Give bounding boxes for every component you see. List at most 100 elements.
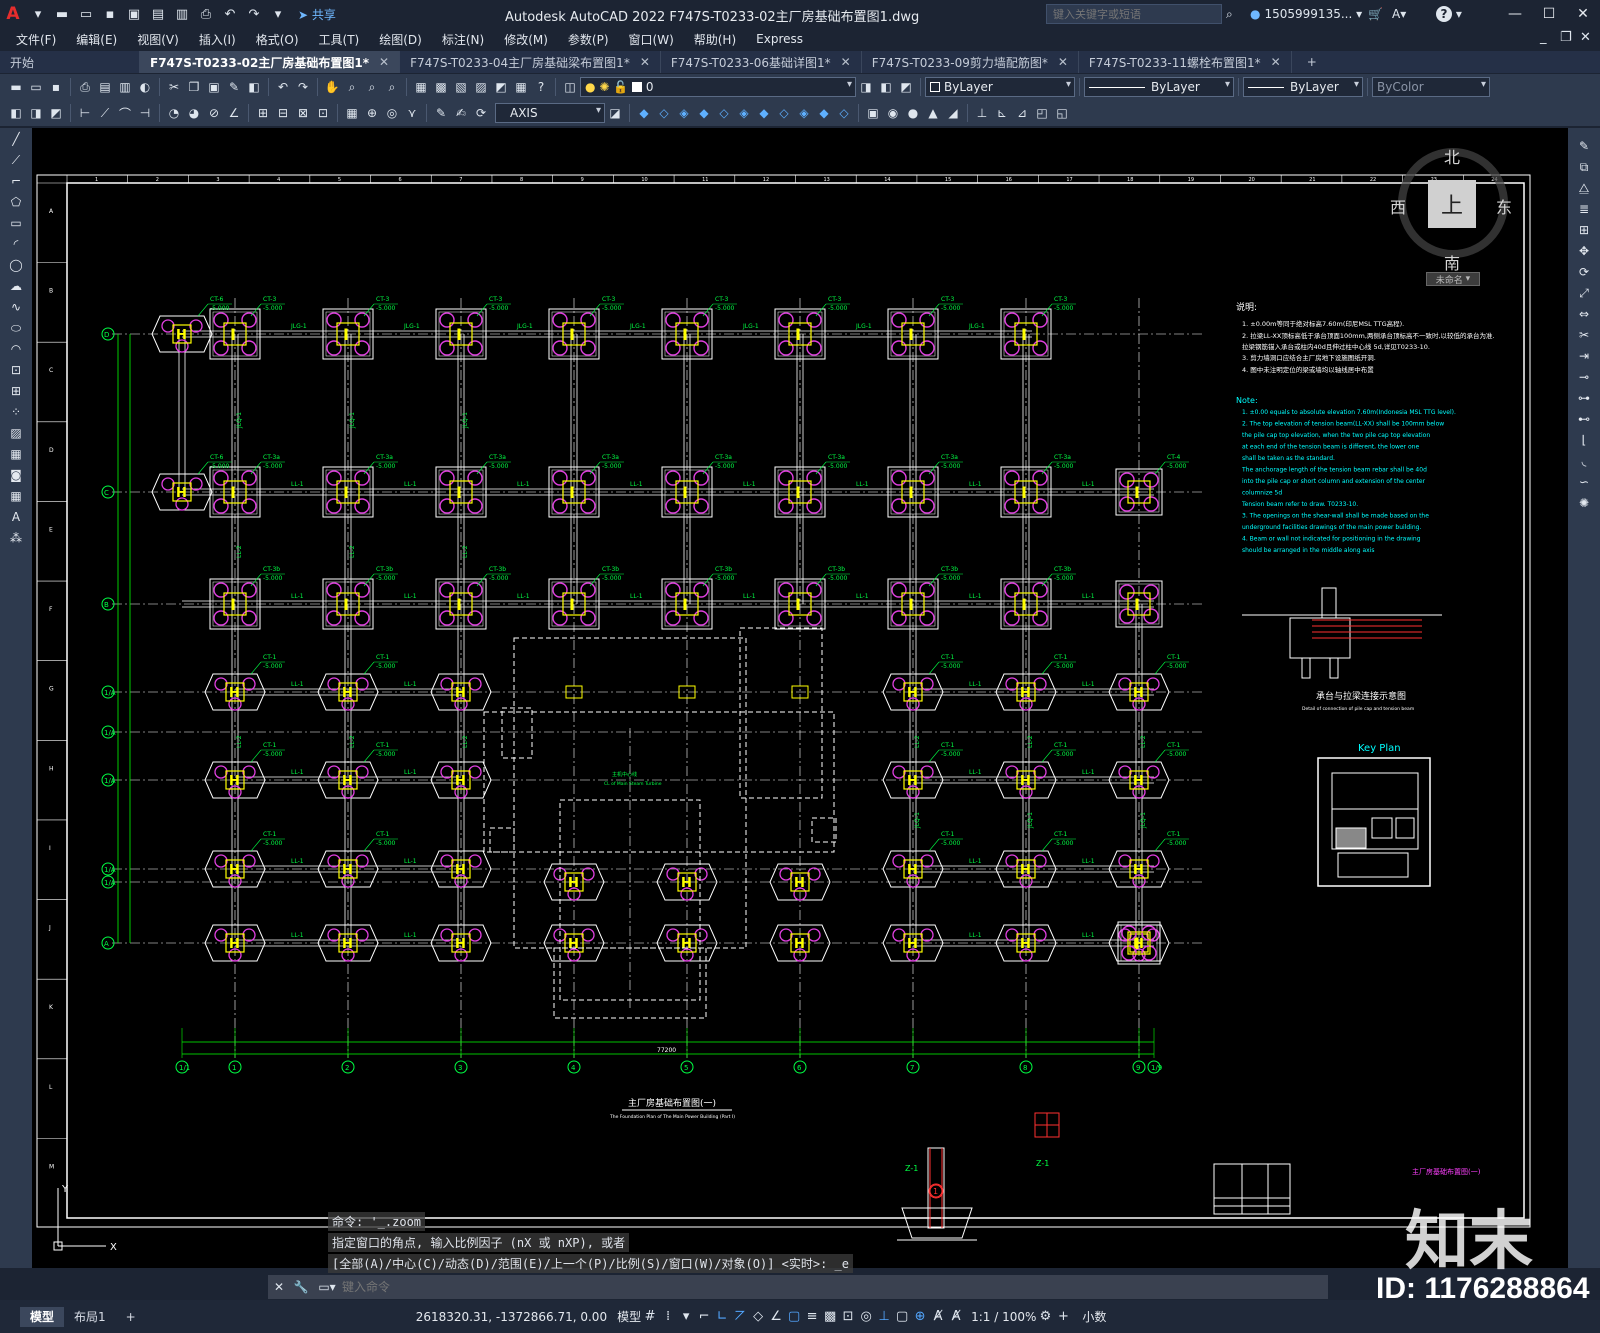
view-left-icon[interactable]: ◈ <box>675 104 693 122</box>
grid-icon[interactable]: # <box>641 1307 659 1327</box>
layer-previous-icon[interactable]: ◧ <box>877 78 895 96</box>
3d-osnap-icon[interactable]: ◎ <box>857 1307 875 1327</box>
mirror-icon[interactable]: ⧋ <box>1573 178 1595 198</box>
pan-icon[interactable]: ✋ <box>323 78 341 96</box>
doc-minimize-icon[interactable]: _ <box>1540 30 1547 45</box>
annotation-visibility-icon[interactable]: Ⱥ <box>929 1307 947 1327</box>
plot-icon[interactable]: ⎙ <box>76 78 94 96</box>
copy-icon[interactable]: ❐ <box>185 78 203 96</box>
fillet-icon[interactable]: ◟ <box>1573 451 1595 471</box>
table-icon[interactable]: ▦ <box>5 486 27 506</box>
transparency-icon[interactable]: ▩ <box>821 1307 839 1327</box>
coordinates-readout[interactable]: 2618320.31, -1372866.71, 0.00 <box>416 1310 607 1324</box>
break-icon[interactable]: ⊶ <box>1573 388 1595 408</box>
units-readout[interactable]: 小数 <box>1082 1308 1106 1325</box>
quickcalc-icon[interactable]: ▦ <box>512 78 530 96</box>
tab-start[interactable]: 开始 <box>0 51 140 73</box>
share-button[interactable]: ➤ 共享 <box>298 6 336 23</box>
dim-style-icon[interactable]: ◪ <box>606 104 624 122</box>
drawing-canvas[interactable]: 123456789101112131415161718192021222324A… <box>32 128 1568 1268</box>
menu-format[interactable]: 格式(O) <box>256 31 299 48</box>
view-ne-icon[interactable]: ◈ <box>795 104 813 122</box>
insert-block-icon[interactable]: ⊡ <box>5 360 27 380</box>
tab-close-icon[interactable]: ✕ <box>640 55 650 69</box>
dim-edit-icon[interactable]: ✎ <box>432 104 450 122</box>
tab-close-icon[interactable]: ✕ <box>841 55 851 69</box>
menu-tools[interactable]: 工具(T) <box>319 31 360 48</box>
isodraft-icon[interactable]: ◇ <box>749 1307 767 1327</box>
move-icon[interactable]: ✥ <box>1573 241 1595 261</box>
tab-document-2[interactable]: F747S-T0233-04主厂房基础梁布置图1* ✕ <box>400 51 661 73</box>
tab-document-1[interactable]: F747S-T0233-02主厂房基础布置图1* ✕ <box>140 51 401 73</box>
solid-cylinder-icon[interactable]: ◉ <box>884 104 902 122</box>
line-tool-icon[interactable]: ╱ <box>5 129 27 149</box>
search-icon[interactable]: ⌕ <box>1226 4 1233 24</box>
customize-icon[interactable]: ▾ <box>268 4 288 24</box>
view-bottom-icon[interactable]: ◈ <box>735 104 753 122</box>
ellipse-icon[interactable]: ⬭ <box>5 318 27 338</box>
circle-icon[interactable]: ◯ <box>5 255 27 275</box>
lineweight-icon[interactable]: ≡ <box>803 1307 821 1327</box>
color-dropdown[interactable]: ByLayer ▾ <box>925 77 1075 97</box>
send-back-icon[interactable]: ◩ <box>47 104 65 122</box>
dynamic-ucs-icon[interactable]: ⊥ <box>875 1307 893 1327</box>
revision-cloud-icon[interactable]: ☁ <box>5 276 27 296</box>
view-sw-icon[interactable]: ◆ <box>755 104 773 122</box>
bring-front-icon[interactable]: ◨ <box>27 104 45 122</box>
help-icon[interactable]: ? <box>532 78 550 96</box>
point-icon[interactable]: ⁘ <box>5 402 27 422</box>
view-iso-icon[interactable]: ◇ <box>835 104 853 122</box>
menu-dimension[interactable]: 标注(N) <box>442 31 484 48</box>
print-icon[interactable]: ⎙ <box>196 4 216 24</box>
text-style-dropdown[interactable]: AXIS ▾ <box>495 103 605 123</box>
solid-cone-icon[interactable]: ▲ <box>924 104 942 122</box>
tool-palettes-icon[interactable]: ▧ <box>452 78 470 96</box>
connect-icon[interactable]: A▾ <box>1392 4 1406 24</box>
view-front-icon[interactable]: ◆ <box>635 104 653 122</box>
view-nw-icon[interactable]: ◆ <box>815 104 833 122</box>
doc-close-icon[interactable]: ✕ <box>1580 30 1591 45</box>
construction-line-icon[interactable]: ⟋ <box>5 150 27 170</box>
markup-icon[interactable]: ◩ <box>492 78 510 96</box>
dim-update-icon[interactable]: ⟳ <box>472 104 490 122</box>
command-input[interactable] <box>342 1280 1242 1294</box>
dynamic-input-icon[interactable]: ⌐ <box>695 1307 713 1327</box>
hatch-icon[interactable]: ▨ <box>5 423 27 443</box>
dim-space-icon[interactable]: ⊡ <box>314 104 332 122</box>
user-menu[interactable]: ● 1505999135... ▾ <box>1250 4 1362 24</box>
viewcube-top-face[interactable]: 上 <box>1428 180 1476 228</box>
draw-order-icon[interactable]: ◧ <box>7 104 25 122</box>
polyline-icon[interactable]: ⌐ <box>5 171 27 191</box>
export-icon[interactable]: ▤ <box>148 4 168 24</box>
aligned-dim-icon[interactable]: ⟋ <box>96 104 114 122</box>
scale-icon[interactable]: ⤢ <box>1573 283 1595 303</box>
ucs-origin-icon[interactable]: ⊿ <box>1013 104 1031 122</box>
new-tab-button[interactable]: + <box>1292 51 1332 73</box>
tolerance-icon[interactable]: ▦ <box>343 104 361 122</box>
ordinate-icon[interactable]: ⊣ <box>136 104 154 122</box>
menu-help[interactable]: 帮助(H) <box>694 31 736 48</box>
open-icon[interactable]: ▭ <box>27 78 45 96</box>
plotstyle-dropdown[interactable]: ByColor ▾ <box>1372 77 1490 97</box>
jogged-linear-icon[interactable]: ⋎ <box>403 104 421 122</box>
trim-icon[interactable]: ✂ <box>1573 325 1595 345</box>
join-icon[interactable]: ⊷ <box>1573 409 1595 429</box>
search-input[interactable] <box>1046 4 1222 24</box>
save-icon[interactable]: ▪ <box>47 78 65 96</box>
compass-west[interactable]: 西 <box>1390 194 1406 218</box>
baseline-dim-icon[interactable]: ⊟ <box>274 104 292 122</box>
view-top-icon[interactable]: ◇ <box>655 104 673 122</box>
menu-insert[interactable]: 插入(I) <box>199 31 236 48</box>
layer-manager-icon[interactable]: ◫ <box>561 78 579 96</box>
quick-dim-icon[interactable]: ⊞ <box>254 104 272 122</box>
menu-window[interactable]: 窗口(W) <box>629 31 674 48</box>
selection-cycling-icon[interactable]: ⊡ <box>839 1307 857 1327</box>
chamfer-icon[interactable]: ⌊ <box>1573 430 1595 450</box>
copy-object-icon[interactable]: ⧉ <box>1573 157 1595 177</box>
jogged-icon[interactable]: ◕ <box>185 104 203 122</box>
menu-file[interactable]: 文件(F) <box>16 31 56 48</box>
save-as-icon[interactable]: ▣ <box>124 4 144 24</box>
help-button[interactable]: ? ▾ <box>1436 4 1462 24</box>
menu-view[interactable]: 视图(V) <box>137 31 179 48</box>
menu-draw[interactable]: 绘图(D) <box>379 31 422 48</box>
